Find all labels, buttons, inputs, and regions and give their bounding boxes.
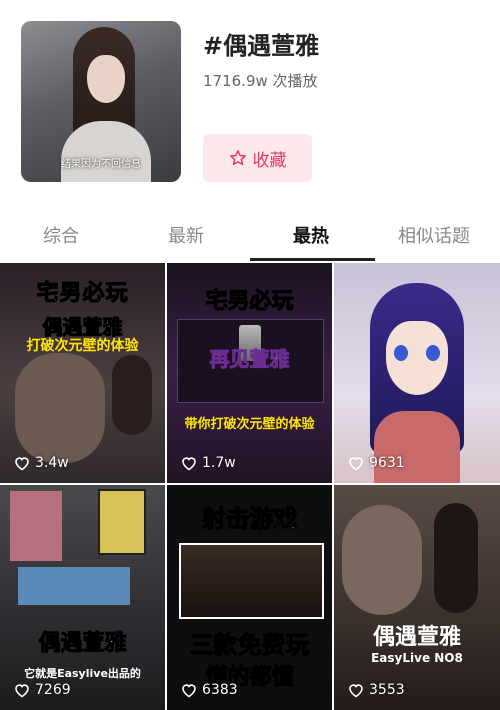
like-count: 7269 [14,682,71,698]
like-count: 3.4w [14,455,69,471]
play-count: 1716.9w 次播放 [203,72,318,90]
anime-eye-left [394,345,408,361]
video-card[interactable]: 9631 [334,263,500,483]
video-title: 偶遇萱雅 [38,631,127,657]
tab-comprehensive[interactable]: 综合 [43,222,79,248]
video-card[interactable]: 偶遇萱雅 它就是Easylive出品的 7269 [0,485,165,710]
heart-icon [349,456,363,470]
video-title: 宅男必玩 [205,289,294,315]
cover-face [87,55,125,103]
tab-bar: 综合 最新 最热 相似话题 [0,210,500,261]
poster-right [98,489,146,555]
heart-icon [182,456,196,470]
video-grid: 宅男必玩 偶遇萱雅 打破次元壁的体验 3.4w 宅男必玩 再见萱雅 带你打破次元… [0,263,500,710]
video-caption: 带你打破次元壁的体验 [184,417,315,432]
heart-icon [182,683,196,697]
person-shape [112,355,152,435]
topic-cover-image[interactable]: 结果因为不回信息 [21,21,181,182]
cover-shirt [61,121,151,182]
active-tab-indicator [250,258,375,261]
like-count: 1.7w [181,455,236,471]
tab-similar-topics[interactable]: 相似话题 [398,222,470,248]
video-card[interactable]: 偶遇萱雅 EasyLive NO8 3553 [334,485,500,710]
like-count: 9631 [348,455,405,471]
like-count-value: 6383 [202,682,238,698]
like-count: 6383 [181,682,238,698]
anime-top [374,411,460,483]
like-count-value: 7269 [35,682,71,698]
favorite-button[interactable]: 收藏 [203,134,312,182]
favorite-label: 收藏 [252,150,287,171]
tab-latest[interactable]: 最新 [168,222,204,248]
heart-icon [15,683,29,697]
video-title: 偶遇萱雅 [372,625,461,650]
like-count-value: 1.7w [202,455,236,471]
game-screenshot [179,543,324,619]
video-caption: EasyLive NO8 [371,651,463,665]
video-subtitle: 三款免费玩 [189,631,310,660]
star-icon [229,150,246,166]
like-count: 3553 [348,682,405,698]
video-card[interactable]: 宅男必玩 偶遇萱雅 打破次元壁的体验 3.4w [0,263,165,483]
video-subtitle: 再见萱雅 [209,347,290,372]
cover-caption: 结果因为不回信息 [61,159,141,170]
poster-left [10,491,62,561]
like-count-value: 9631 [369,455,405,471]
heart-icon [349,683,363,697]
video-card[interactable]: 宅男必玩 再见萱雅 带你打破次元壁的体验 1.7w [167,263,332,483]
car-seat-shape [342,505,422,615]
like-count-value: 3553 [369,682,405,698]
car-seat-shape [15,353,105,463]
video-title: 射击游戏 [201,505,298,534]
topic-title: #偶遇萱雅 [203,32,320,60]
video-title: 宅男必玩 [36,281,129,307]
like-count-value: 3.4w [35,455,69,471]
anime-eye-right [426,345,440,361]
tab-hottest[interactable]: 最热 [293,222,329,248]
heart-icon [15,456,29,470]
monitor-shape [18,567,130,605]
video-caption: 它就是Easylive出品的 [24,667,141,680]
video-card[interactable]: 射击游戏 三款免费玩 懂的都懂 6383 [167,485,332,710]
video-caption: 打破次元壁的体验 [26,338,139,354]
person-shape [434,503,478,613]
